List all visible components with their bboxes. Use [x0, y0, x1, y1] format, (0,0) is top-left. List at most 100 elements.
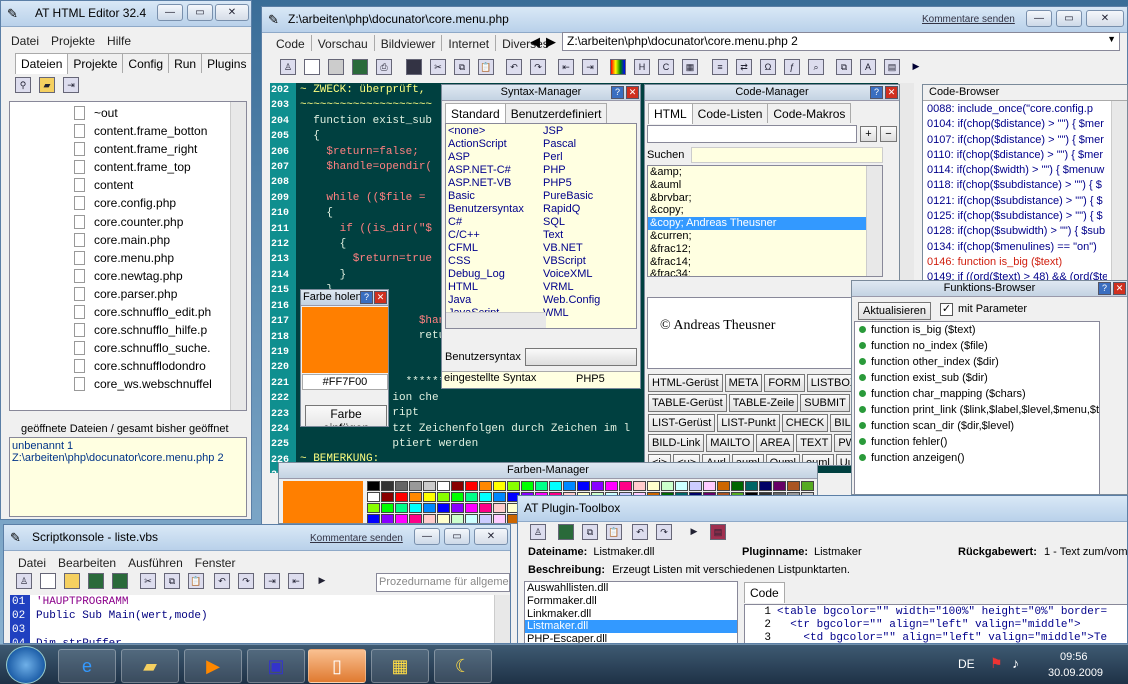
run-to-icon[interactable]: ⇥: [264, 573, 280, 589]
syntax-item[interactable]: Text: [543, 229, 600, 242]
function-item[interactable]: function fehler(): [855, 434, 1099, 450]
syntax-item[interactable]: VBScript: [543, 255, 600, 268]
close-button[interactable]: ✕: [215, 4, 249, 21]
file-list-item[interactable]: core.counter.php: [74, 213, 246, 231]
minimize-button[interactable]: —: [1026, 10, 1052, 27]
code-browser-item[interactable]: 0107: if(chop($distance) > "") { $mer: [927, 133, 1107, 148]
syntax-item[interactable]: RapidQ: [543, 203, 600, 216]
menu-projekte[interactable]: Projekte: [45, 32, 101, 48]
taskbar-media-icon[interactable]: ▶: [184, 649, 242, 683]
export-icon[interactable]: ⇥: [63, 77, 79, 93]
tab-code-listen[interactable]: Code-Listen: [691, 103, 769, 123]
forward-arrow-icon[interactable]: ▶: [546, 34, 556, 50]
syntax-item[interactable]: ASP.NET-VB: [448, 177, 524, 190]
syntax-item[interactable]: Java: [448, 294, 524, 307]
file-list-item[interactable]: core.parser.php: [74, 285, 246, 303]
network-icon[interactable]: ⚑: [990, 655, 1003, 672]
snippet-button[interactable]: META: [724, 374, 763, 392]
palette-swatch[interactable]: [507, 481, 520, 491]
palette-swatch[interactable]: [381, 481, 394, 491]
syntax-item[interactable]: HTML: [448, 281, 524, 294]
syntax-item[interactable]: JSP: [543, 125, 600, 138]
help-icon[interactable]: ?: [360, 291, 373, 304]
file-list-item[interactable]: ~out: [74, 104, 246, 122]
cut-icon[interactable]: ✂: [140, 573, 156, 589]
undo-icon[interactable]: ↶: [632, 524, 648, 540]
file-list-scrollbar[interactable]: [230, 102, 246, 410]
file-list-item[interactable]: core.schnufflodondro: [74, 357, 246, 375]
palette-swatch[interactable]: [479, 481, 492, 491]
palette-swatch[interactable]: [479, 492, 492, 502]
maximize-button[interactable]: ▭: [444, 528, 470, 545]
book-icon[interactable]: ▤: [710, 524, 726, 540]
code-browser-item[interactable]: 0114: if(chop($width) > "") { $menuw: [927, 163, 1107, 178]
tab-benutzerdefiniert[interactable]: Benutzerdefiniert: [504, 103, 608, 123]
back-arrow-icon[interactable]: ◀: [530, 34, 540, 50]
palette-swatch[interactable]: [493, 503, 506, 513]
palette-swatch[interactable]: [493, 481, 506, 491]
palette-swatch[interactable]: [535, 481, 548, 491]
syntax-item[interactable]: WML: [543, 307, 600, 320]
path-select[interactable]: Z:\arbeiten\php\docunator\core.menu.php …: [562, 32, 1120, 51]
function-item[interactable]: function is_big ($text): [855, 322, 1099, 338]
syntax-item[interactable]: Perl: [543, 151, 600, 164]
html-php-icon[interactable]: H: [634, 59, 650, 75]
user-syntax-button[interactable]: [525, 348, 637, 366]
open-file-item[interactable]: unbenannt 1: [12, 440, 244, 452]
asp-icon[interactable]: A: [860, 59, 876, 75]
syntax-item[interactable]: VB.NET: [543, 242, 600, 255]
file-list-item[interactable]: core.config.php: [74, 194, 246, 212]
tab-run[interactable]: Run: [168, 53, 203, 73]
tab-code-makros[interactable]: Code-Makros: [767, 103, 852, 123]
entity-item[interactable]: &amp;: [648, 166, 882, 179]
close-icon[interactable]: ✕: [1113, 282, 1126, 295]
palette-swatch[interactable]: [395, 492, 408, 502]
code-browser-item[interactable]: 0118: if(chop($subdistance) > "") { $: [927, 178, 1107, 193]
palette-swatch[interactable]: [619, 481, 632, 491]
walk-icon[interactable]: ♙: [16, 573, 32, 589]
snippet-button[interactable]: TEXT: [796, 434, 833, 452]
palette-swatch[interactable]: [409, 481, 422, 491]
menu-vorschau[interactable]: Vorschau: [312, 35, 375, 51]
syntax-item[interactable]: Web.Config: [543, 294, 600, 307]
function-item[interactable]: function print_link ($link,$label,$level…: [855, 402, 1099, 418]
menu-datei[interactable]: Datei: [12, 554, 52, 570]
code-browser-item[interactable]: 0128: if(chop($subwidth) > "") { $sub: [927, 224, 1107, 239]
plugin-item[interactable]: Listmaker.dll: [525, 620, 737, 634]
menu-hilfe[interactable]: Hilfe: [101, 32, 137, 48]
code-manager-input[interactable]: [647, 125, 857, 143]
snippet-button[interactable]: FORM: [764, 374, 805, 392]
plugin-item[interactable]: Auswahllisten.dll: [525, 582, 737, 595]
start-button[interactable]: [6, 646, 46, 684]
palette-swatch[interactable]: [577, 481, 590, 491]
palette-swatch[interactable]: [479, 514, 492, 523]
palette-swatch[interactable]: [787, 481, 800, 491]
plugin-item[interactable]: Linkmaker.dll: [525, 608, 737, 621]
cut-icon[interactable]: ✂: [430, 59, 446, 75]
help-icon[interactable]: ?: [611, 86, 624, 99]
palette-swatch[interactable]: [465, 503, 478, 513]
snippet-button[interactable]: MAILTO: [706, 434, 755, 452]
snippet-button[interactable]: TABLE-Gerüst: [648, 394, 727, 412]
menu-datei[interactable]: Datei: [5, 32, 45, 48]
undo-icon[interactable]: ↶: [214, 573, 230, 589]
palette-swatch[interactable]: [493, 492, 506, 502]
copy-icon[interactable]: ⧉: [454, 59, 470, 75]
script-editor[interactable]: 01 02 03 04 'HAUPTPROGRAMM Public Sub Main(w…: [10, 595, 510, 643]
file-list-item[interactable]: core.newtag.php: [74, 267, 246, 285]
play-icon[interactable]: ▶: [314, 573, 330, 589]
palette-swatch[interactable]: [423, 514, 436, 523]
palette-swatch[interactable]: [367, 492, 380, 502]
help-icon[interactable]: ?: [870, 86, 883, 99]
palette-swatch[interactable]: [423, 492, 436, 502]
palette-swatch[interactable]: [437, 481, 450, 491]
file-list-item[interactable]: core.schnufflo_suche.: [74, 339, 246, 357]
tab-projekte[interactable]: Projekte: [67, 53, 124, 73]
paste-icon[interactable]: 📋: [606, 524, 622, 540]
taskbar-ie-icon[interactable]: e: [58, 649, 116, 683]
open-file-item[interactable]: Z:\arbeiten\php\docunator\core.menu.php …: [12, 452, 244, 464]
search-icon[interactable]: ⌕: [808, 59, 824, 75]
menu-bildviewer[interactable]: Bildviewer: [375, 35, 443, 51]
syntax-item[interactable]: PHP5: [543, 177, 600, 190]
function-item[interactable]: function other_index ($dir): [855, 354, 1099, 370]
